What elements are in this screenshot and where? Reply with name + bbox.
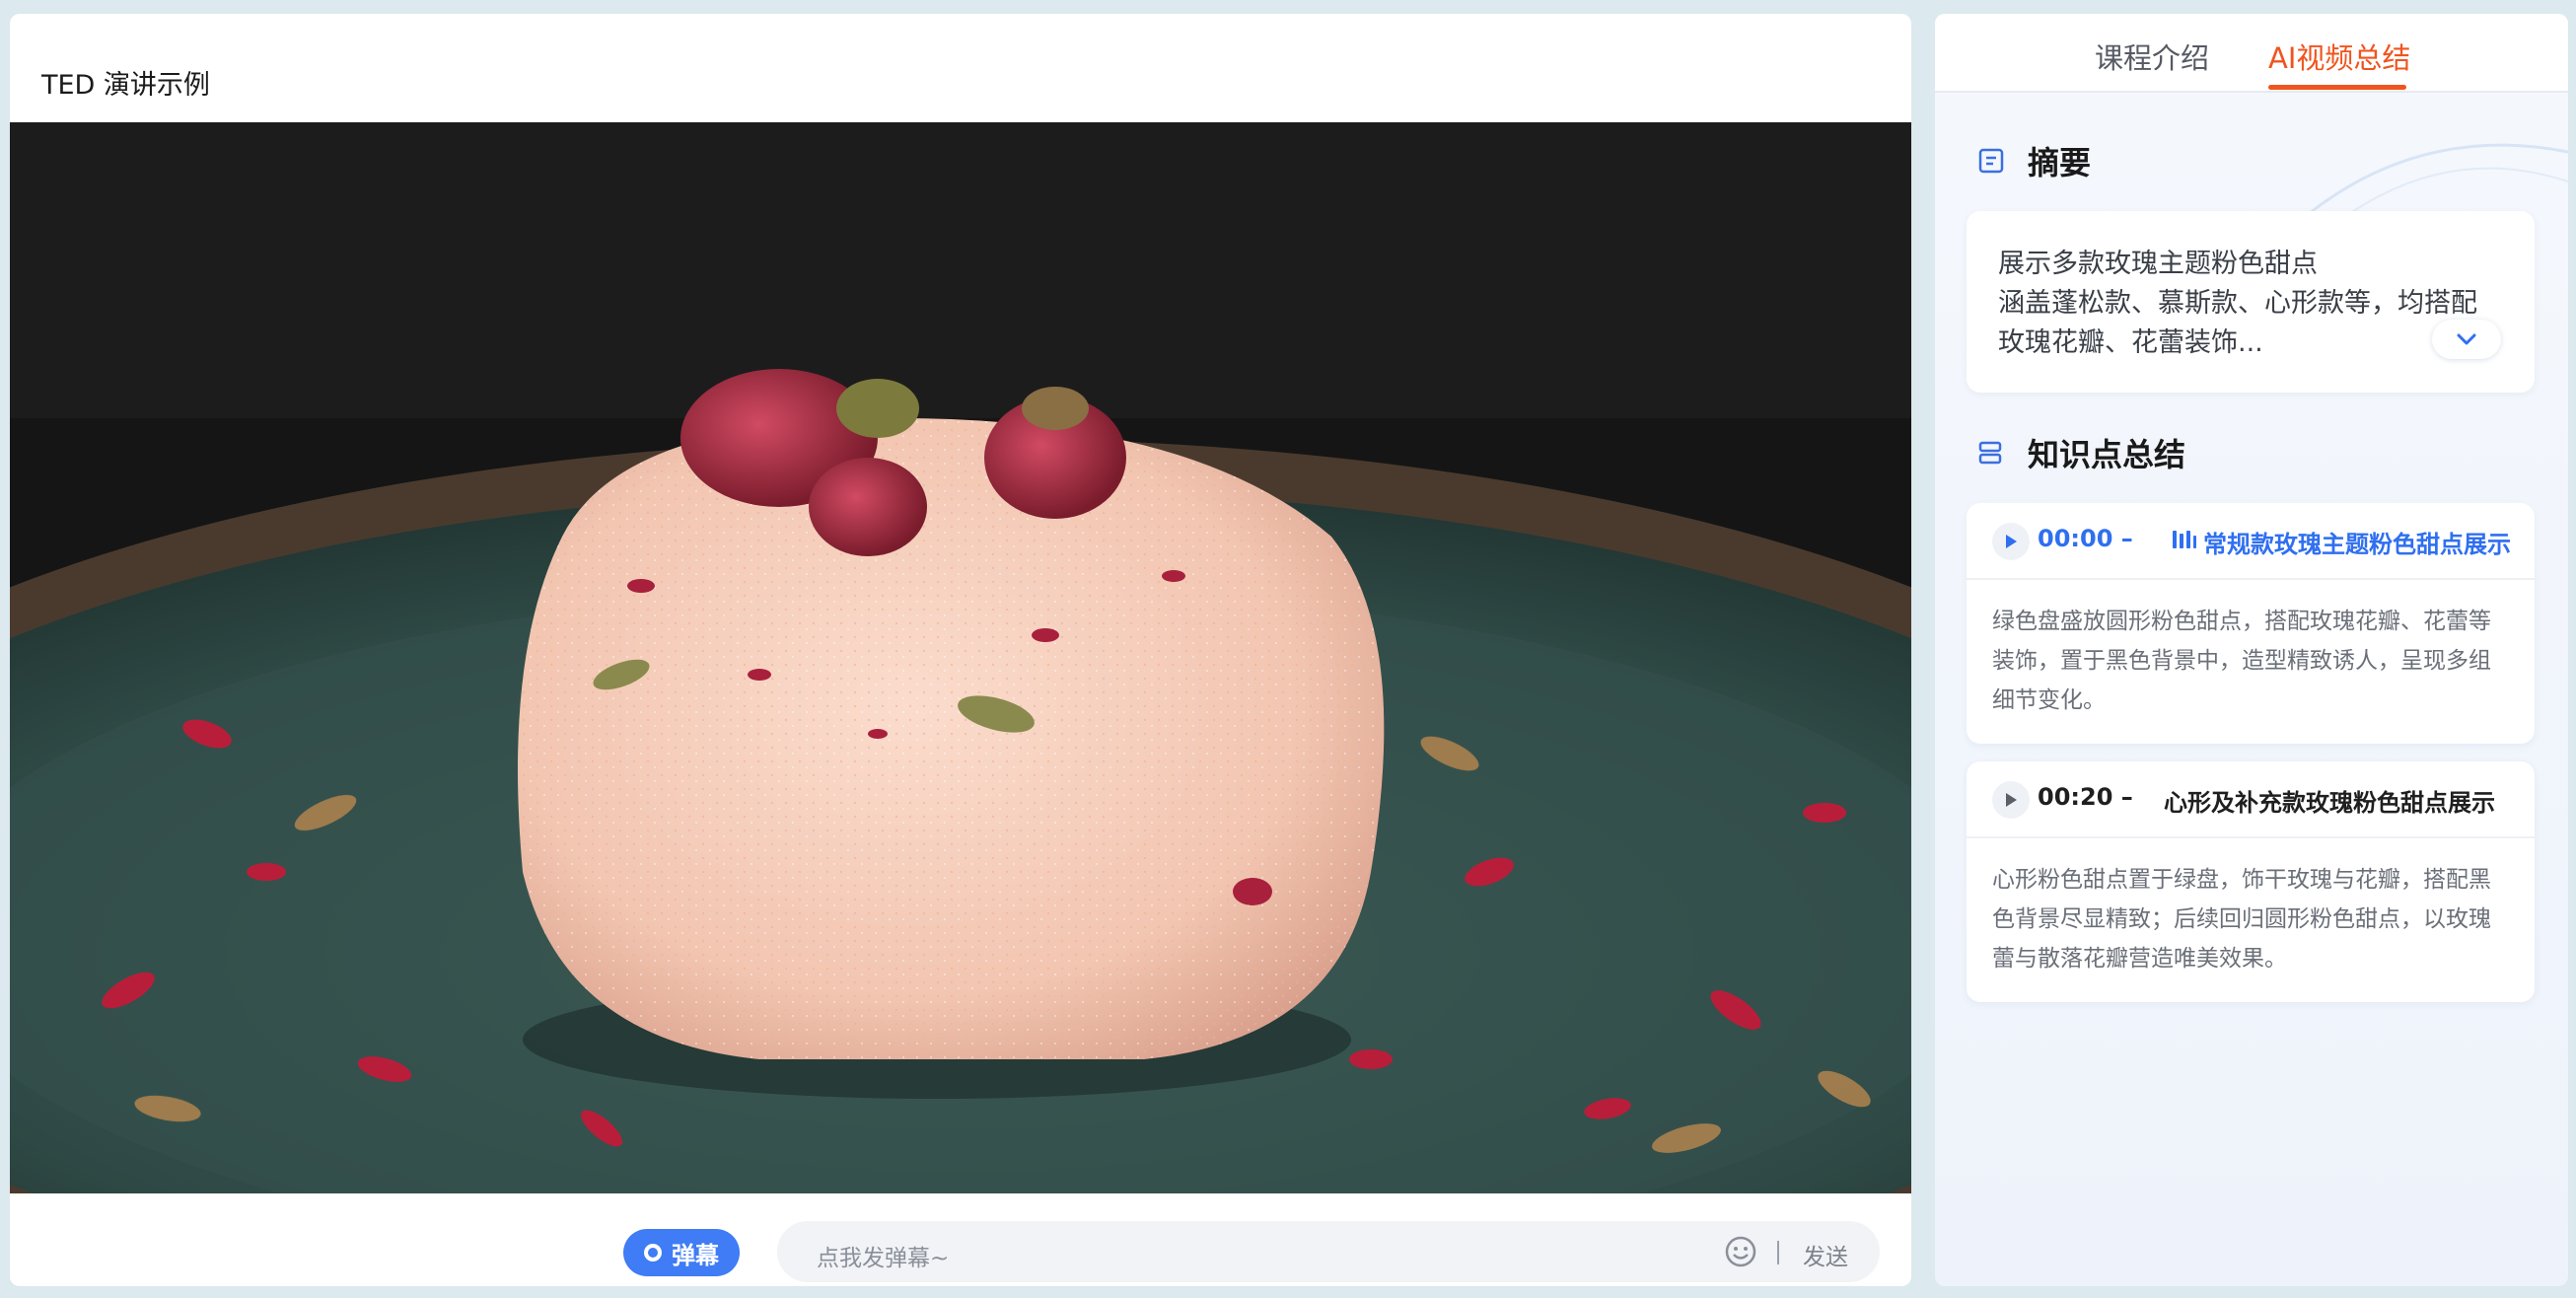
description-line: 心形粉色甜点置于绿盘，饰干玫瑰与花瓣，搭配黑 [1992, 867, 2491, 893]
send-button[interactable]: 发送 [1803, 1238, 1848, 1271]
smile-icon[interactable] [1724, 1235, 1757, 1268]
danmaku-bar: 弹幕 点我发弹幕~ 发送 [10, 1193, 1911, 1286]
description-line: 装饰，置于黑色背景中，造型精致诱人，呈现多组 [1992, 648, 2491, 674]
video-player-card: TED 演讲示例 弹幕 点我发弹幕~ 发送 [10, 14, 1911, 1286]
expand-summary-button[interactable] [2432, 320, 2501, 359]
summary-section-header: 摘要 [1978, 138, 2091, 183]
list-icon [1978, 441, 2002, 465]
chevron-down-icon [2457, 333, 2476, 345]
knowledge-item-header[interactable]: 00:20 – 心形及补充款玫瑰粉色甜点展示 [1967, 761, 2535, 838]
knowledge-item-title: 常规款玫瑰主题粉色甜点展示 [2203, 531, 2511, 558]
knowledge-item[interactable]: 00:00 – 常规款玫瑰主题粉色甜点展示 绿色盘盛放圆形粉色甜点，搭配玫瑰花瓣… [1967, 503, 2535, 744]
description-line: 细节变化。 [1992, 687, 2106, 713]
tab-course-intro[interactable]: 课程介绍 [2095, 36, 2209, 77]
knowledge-title: 知识点总结 [2028, 436, 2186, 473]
document-icon [1978, 148, 2004, 174]
play-icon [2006, 535, 2017, 548]
description-line: 蕾与散落花瓣营造唯美效果。 [1992, 946, 2287, 972]
play-button[interactable] [1992, 781, 2030, 819]
input-divider [1777, 1241, 1779, 1264]
knowledge-item-header[interactable]: 00:00 – 常规款玫瑰主题粉色甜点展示 [1967, 503, 2535, 580]
knowledge-item[interactable]: 00:20 – 心形及补充款玫瑰粉色甜点展示 心形粉色甜点置于绿盘，饰干玫瑰与花… [1967, 761, 2535, 1002]
video-frame[interactable] [10, 122, 1911, 1193]
tab-ai-summary[interactable]: AI视频总结 [2268, 36, 2410, 77]
summary-card: 展示多款玫瑰主题粉色甜点 涵盖蓬松款、慕斯款、心形款等，均搭配 玫瑰花瓣、花蕾装… [1967, 211, 2535, 393]
description-line: 色背景尽显精致；后续回归圆形粉色甜点，以玫瑰 [1992, 906, 2491, 932]
danmaku-placeholder: 点我发弹幕~ [817, 1246, 950, 1271]
knowledge-item-description: 心形粉色甜点置于绿盘，饰干玫瑰与花瓣，搭配黑 色背景尽显精致；后续回归圆形粉色甜… [1992, 860, 2515, 978]
description-line: 绿色盘盛放圆形粉色甜点，搭配玫瑰花瓣、花蕾等 [1992, 609, 2491, 634]
danmaku-input[interactable]: 点我发弹幕~ 发送 [777, 1221, 1880, 1282]
summary-title: 摘要 [2028, 144, 2092, 181]
video-title: TED 演讲示例 [41, 70, 210, 101]
audio-wave-icon [2173, 531, 2196, 548]
knowledge-item-title: 心形及补充款玫瑰粉色甜点展示 [2164, 789, 2495, 817]
video-dessert-image [10, 122, 1911, 1193]
toggle-on-icon [644, 1244, 662, 1262]
active-tab-indicator [2268, 85, 2406, 90]
panel-tabs: 课程介绍 AI视频总结 [1935, 14, 2568, 93]
knowledge-item-description: 绿色盘盛放圆形粉色甜点，搭配玫瑰花瓣、花蕾等 装饰，置于黑色背景中，造型精致诱人… [1992, 602, 2515, 720]
play-button[interactable] [1992, 523, 2030, 560]
ai-summary-panel: 课程介绍 AI视频总结 摘要 展示多款玫瑰主题粉色甜点 涵盖蓬松款、慕斯款、心形… [1935, 14, 2568, 1286]
knowledge-item-time: 00:20 – [2038, 783, 2133, 811]
knowledge-section-header: 知识点总结 [1978, 430, 2185, 475]
summary-line: 展示多款玫瑰主题粉色甜点 [1998, 249, 2318, 279]
summary-line: 涵盖蓬松款、慕斯款、心形款等，均搭配 [1998, 288, 2477, 319]
danmaku-toggle-label: 弹幕 [672, 1241, 719, 1269]
play-icon [2006, 793, 2017, 807]
danmaku-toggle-button[interactable]: 弹幕 [623, 1229, 740, 1276]
decorative-arc [2300, 143, 2568, 221]
knowledge-item-time: 00:00 – [2038, 525, 2133, 552]
